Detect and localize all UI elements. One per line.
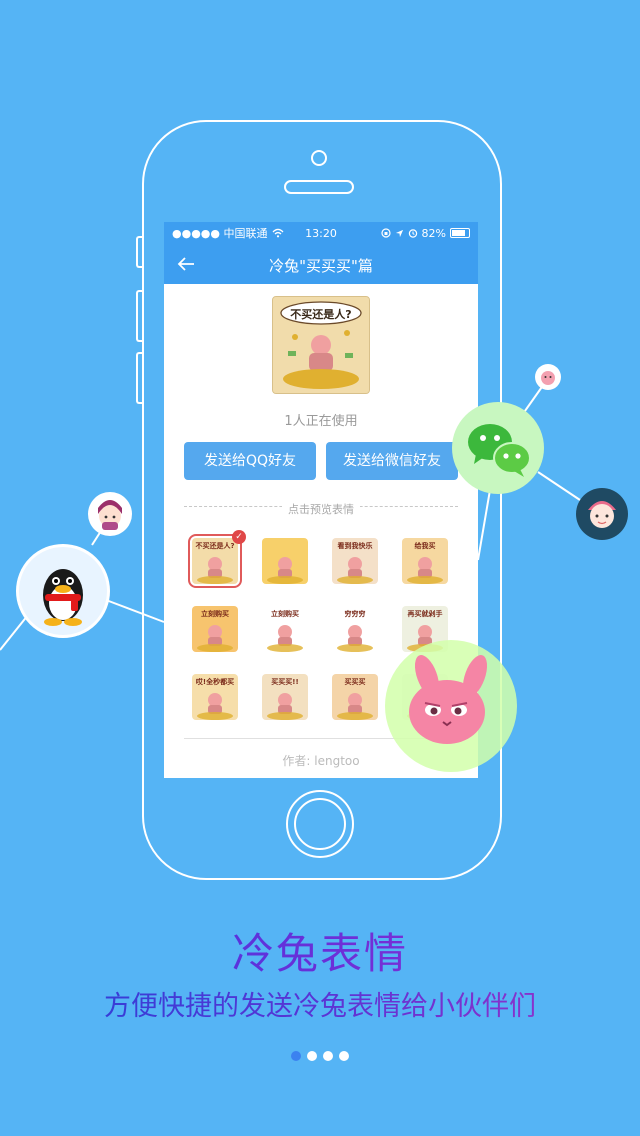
avatar-girl-bubble[interactable] bbox=[88, 492, 132, 536]
sticker-caption: 买买买!! bbox=[271, 678, 299, 686]
qq-bubble[interactable] bbox=[16, 544, 110, 638]
sticker-item[interactable] bbox=[262, 538, 308, 584]
sticker-item[interactable]: 穷穷穷 bbox=[332, 606, 378, 652]
rabbit-bubble[interactable] bbox=[385, 640, 517, 772]
wechat-bubble[interactable] bbox=[452, 402, 544, 494]
sticker-item[interactable]: 哎!全秒都买 bbox=[192, 674, 238, 720]
nav-bar: 冷兔"买买买"篇 bbox=[164, 244, 478, 284]
sticker-illustration bbox=[267, 557, 303, 584]
battery-icon bbox=[450, 228, 470, 238]
phone-camera bbox=[311, 150, 327, 166]
phone-home-button bbox=[286, 790, 354, 858]
sticker-item[interactable]: 不买还是人? bbox=[188, 534, 242, 588]
pig-avatar-icon bbox=[541, 371, 555, 385]
qq-penguin-icon bbox=[43, 569, 83, 626]
pig-avatar-bubble[interactable] bbox=[535, 364, 561, 390]
sticker-caption: 再买就剁手 bbox=[407, 610, 443, 618]
send-qq-button[interactable]: 发送给QQ好友 bbox=[184, 442, 316, 480]
sticker-pack-cover: 不买还是人? bbox=[272, 296, 370, 394]
pink-rabbit-icon bbox=[409, 655, 488, 744]
sticker-item[interactable]: 买买买!! bbox=[262, 674, 308, 720]
sticker-caption: 买买买 bbox=[344, 678, 366, 686]
phone-volume-down bbox=[136, 352, 142, 404]
girl-blue-avatar-icon bbox=[588, 501, 616, 528]
girl-avatar-icon bbox=[98, 500, 122, 530]
sticker-item[interactable]: 立刻购买 bbox=[192, 606, 238, 652]
page-dot[interactable] bbox=[323, 1051, 333, 1061]
subheadline: 方便快捷的发送冷兔表情给小伙伴们 bbox=[0, 984, 640, 1023]
headline: 冷兔表情 bbox=[0, 920, 640, 981]
sticker-item[interactable]: 看到我快乐 bbox=[332, 538, 378, 584]
sticker-item[interactable]: 给我买 bbox=[402, 538, 448, 584]
page-dot[interactable] bbox=[307, 1051, 317, 1061]
sticker-caption: 不买还是人? bbox=[195, 542, 235, 550]
page-dot[interactable] bbox=[339, 1051, 349, 1061]
sticker-caption: 立刻购买 bbox=[271, 610, 299, 618]
phone-speaker bbox=[284, 180, 354, 194]
preview-label: 点击预览表情 bbox=[282, 503, 360, 516]
page-dot[interactable] bbox=[291, 1051, 301, 1061]
nav-title: 冷兔"买买买"篇 bbox=[269, 257, 373, 275]
phone-mute-switch bbox=[136, 236, 142, 268]
sticker-item[interactable]: 立刻购买 bbox=[262, 606, 308, 652]
usage-count: 1人正在使用 bbox=[284, 414, 358, 429]
sticker-caption: 穷穷穷 bbox=[344, 610, 366, 618]
selected-check-icon: ✓ bbox=[232, 530, 246, 544]
send-wechat-button[interactable]: 发送给微信好友 bbox=[326, 442, 458, 480]
sticker-caption: 立刻购买 bbox=[201, 610, 229, 618]
cover-caption: 不买还是人? bbox=[290, 308, 352, 321]
status-time: 13:20 bbox=[305, 226, 337, 240]
pagination-dots bbox=[0, 1051, 640, 1061]
status-bar: ●●●●● 中国联通 13:20 82% bbox=[164, 222, 478, 244]
girl-blue-bubble[interactable] bbox=[576, 488, 628, 540]
sticker-caption: 看到我快乐 bbox=[337, 542, 373, 550]
phone-volume-up bbox=[136, 290, 142, 342]
wechat-icon bbox=[468, 424, 531, 477]
sticker-caption: 给我买 bbox=[414, 542, 436, 550]
sticker-item[interactable]: 买买买 bbox=[332, 674, 378, 720]
sticker-caption: 哎!全秒都买 bbox=[195, 678, 235, 686]
